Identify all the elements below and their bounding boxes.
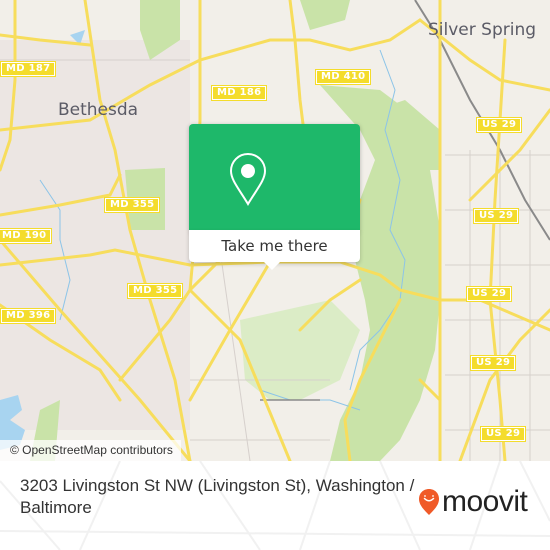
route-shield-md-355: MD 355 xyxy=(127,283,184,299)
address-text: 3203 Livingston St NW (Livingston St), W… xyxy=(20,476,415,517)
moovit-wordmark: moovit xyxy=(442,485,528,518)
route-shield-md-187: MD 187 xyxy=(0,61,57,77)
route-shield-md-410: MD 410 xyxy=(315,69,372,85)
city-label-silver-spring: Silver Spring xyxy=(428,20,537,40)
city-label-bethesda: Bethesda xyxy=(58,100,139,120)
route-shield-md-355: MD 355 xyxy=(104,197,161,213)
take-me-there-button[interactable]: Take me there xyxy=(189,230,360,262)
route-shield-md-396: MD 396 xyxy=(0,308,57,324)
popup-header xyxy=(189,124,360,231)
location-popup xyxy=(189,124,360,233)
route-shield-us-29: US 29 xyxy=(466,286,513,302)
route-shield-us-29: US 29 xyxy=(473,208,520,224)
route-shield-us-29: US 29 xyxy=(480,426,527,442)
route-shield-md-186: MD 186 xyxy=(211,85,268,101)
route-shield-us-29: US 29 xyxy=(470,355,517,371)
footer: 3203 Livingston St NW (Livingston St), W… xyxy=(0,461,550,550)
map-pin-icon xyxy=(229,152,267,206)
map-attribution[interactable]: © OpenStreetMap contributors xyxy=(0,440,181,461)
popup-pointer xyxy=(263,261,281,270)
route-shield-us-29: US 29 xyxy=(476,117,523,133)
moovit-pin-icon xyxy=(419,489,439,515)
park-area xyxy=(300,0,350,30)
moovit-logo[interactable]: moovit xyxy=(418,485,528,518)
route-shield-md-190: MD 190 xyxy=(0,228,53,244)
